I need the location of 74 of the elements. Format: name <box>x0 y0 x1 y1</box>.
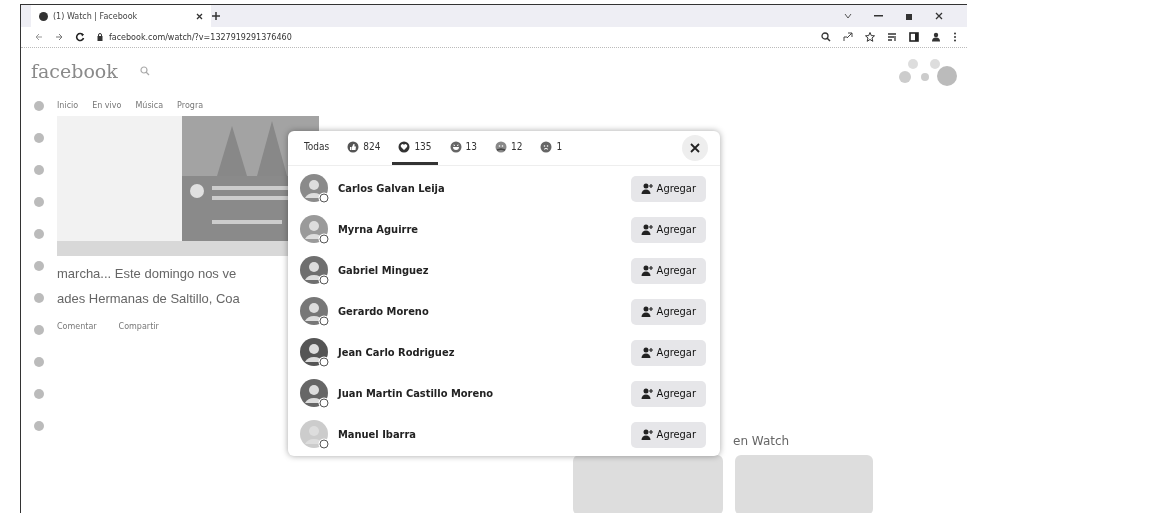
share-icon[interactable] <box>843 32 853 42</box>
star-icon[interactable] <box>865 32 875 42</box>
add-friend-button[interactable]: Agregar <box>630 298 706 325</box>
add-friend-button[interactable]: Agregar <box>630 339 706 366</box>
reaction-tab[interactable]: 1 <box>534 131 569 165</box>
add-friend-button[interactable]: Agregar <box>630 257 706 284</box>
reload-icon[interactable] <box>75 32 85 42</box>
add-person-icon <box>640 224 653 235</box>
new-tab-icon[interactable] <box>211 11 221 21</box>
thumbs-up-icon <box>347 140 360 153</box>
add-person-icon <box>640 429 653 440</box>
nav-link[interactable]: Música <box>135 100 164 110</box>
reaction-tab[interactable]: 824 <box>341 131 387 165</box>
menu-icon[interactable] <box>953 32 957 42</box>
video-thumbnail[interactable] <box>573 455 723 513</box>
person-name[interactable]: Juan Martin Castillo Moreno <box>338 387 623 400</box>
avatar[interactable] <box>300 255 330 286</box>
avatar[interactable] <box>300 419 330 450</box>
add-person-icon <box>640 347 653 358</box>
reaction-tab[interactable]: Todas <box>298 131 336 165</box>
sad-face-icon <box>540 140 553 153</box>
add-person-icon <box>640 388 653 399</box>
post-text: marcha... Este domingo nos ve <box>57 265 237 283</box>
person-name[interactable]: Gabriel Minguez <box>338 264 623 277</box>
close-button[interactable] <box>682 135 708 161</box>
playlist-icon[interactable] <box>887 32 897 42</box>
nav-link[interactable]: Progra <box>177 100 204 110</box>
add-friend-button[interactable]: Agregar <box>630 175 706 202</box>
avatar[interactable] <box>300 337 330 368</box>
search-icon[interactable] <box>139 66 150 76</box>
laughing-face-icon <box>449 140 462 153</box>
post-text: ades Hermanas de Saltillo, Coa <box>57 290 240 308</box>
person-name[interactable]: Manuel Ibarra <box>338 428 623 441</box>
lock-icon <box>97 33 103 41</box>
add-friend-button[interactable]: Agregar <box>630 216 706 243</box>
add-friend-button[interactable]: Agregar <box>630 380 706 407</box>
profile-icon[interactable] <box>931 32 941 42</box>
nav-link[interactable]: En vivo <box>92 100 122 110</box>
person-name[interactable]: Myrna Aguirre <box>338 223 623 236</box>
person-name[interactable]: Carlos Galvan Leija <box>338 182 623 195</box>
add-person-icon <box>640 306 653 317</box>
add-person-icon <box>640 183 653 194</box>
add-friend-button[interactable]: Agregar <box>630 421 706 448</box>
chevron-down-icon[interactable] <box>844 13 852 19</box>
close-icon <box>690 143 700 153</box>
close-icon[interactable] <box>935 12 943 20</box>
url-field[interactable]: facebook.com/watch/?v=1327919291376460 <box>109 32 292 42</box>
minimize-icon[interactable] <box>874 15 883 17</box>
reaction-tab[interactable]: 13 <box>443 131 483 165</box>
close-icon[interactable] <box>196 12 203 20</box>
comment-link[interactable]: Comentar <box>57 322 97 331</box>
forward-icon[interactable] <box>55 33 63 41</box>
reaction-tab[interactable]: 135 <box>392 131 438 165</box>
browser-tab[interactable]: (1) Watch | Facebook <box>31 5 211 27</box>
person-name[interactable]: Gerardo Moreno <box>338 305 623 318</box>
restore-icon[interactable] <box>905 12 913 20</box>
share-link[interactable]: Compartir <box>118 322 159 331</box>
person-name[interactable]: Jean Carlo Rodriguez <box>338 346 623 359</box>
add-person-icon <box>640 265 653 276</box>
avatar[interactable] <box>300 173 330 204</box>
hug-face-icon <box>495 140 507 153</box>
zoom-icon[interactable] <box>821 32 831 42</box>
reaction-tab[interactable]: 12 <box>489 131 529 165</box>
nav-link[interactable]: Inicio <box>57 100 79 110</box>
section-heading: en Watch <box>733 434 790 448</box>
avatar[interactable] <box>300 296 330 327</box>
avatar[interactable] <box>300 214 330 245</box>
back-icon[interactable] <box>35 33 43 41</box>
tab-title: (1) Watch | Facebook <box>53 11 139 21</box>
sidebar-icon[interactable] <box>909 32 919 42</box>
video-thumbnail[interactable] <box>735 455 873 513</box>
heart-icon <box>398 140 411 153</box>
site-icon <box>39 11 48 21</box>
avatar[interactable] <box>300 378 330 409</box>
